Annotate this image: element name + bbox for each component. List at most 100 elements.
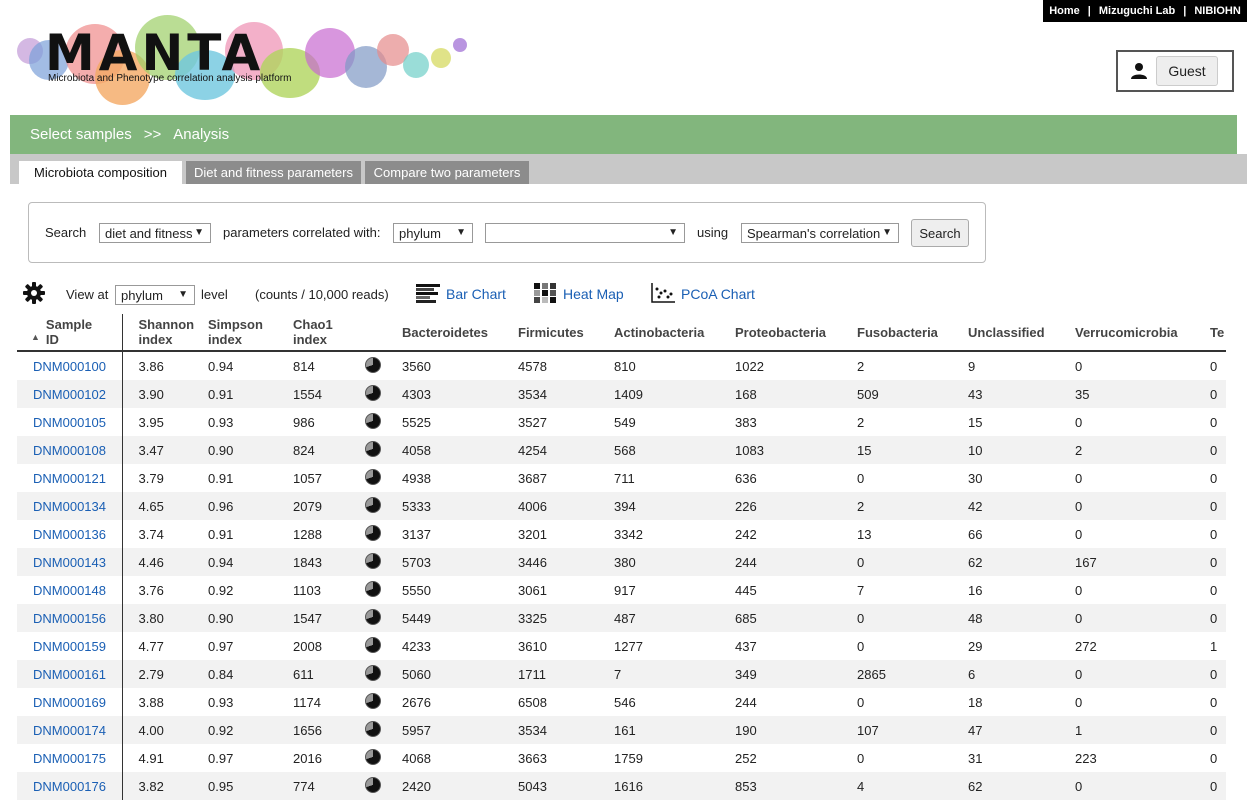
- sample-id-link[interactable]: DNM000105: [33, 415, 106, 430]
- heat-map-icon[interactable]: [534, 283, 556, 306]
- te-header[interactable]: Te: [1210, 314, 1226, 351]
- parameter-type-value: diet and fitness: [105, 225, 193, 241]
- verrucomicrobia-header[interactable]: Verrucomicrobia: [1075, 314, 1210, 351]
- shannon-cell: 3.80: [138, 610, 164, 626]
- composition-pie-icon[interactable]: [365, 692, 381, 709]
- chao1-cell: 774: [293, 778, 315, 794]
- unc-cell: 42: [968, 498, 983, 514]
- shannon-cell: 4.65: [138, 498, 164, 514]
- nav-separator: |: [1087, 5, 1091, 17]
- nibiohn-link[interactable]: NIBIOHN: [1194, 5, 1240, 17]
- composition-pie-icon[interactable]: [365, 776, 381, 793]
- sample-id-link[interactable]: DNM000108: [33, 443, 106, 458]
- sort-sample-id-header[interactable]: ▲ Sample ID: [17, 314, 123, 351]
- composition-pie-icon[interactable]: [365, 664, 381, 681]
- pcoa-chart-link[interactable]: PCoA Chart: [681, 286, 755, 302]
- composition-pie-icon[interactable]: [365, 496, 381, 513]
- chao1-header[interactable]: Chao1 index: [293, 314, 365, 351]
- composition-pie-icon[interactable]: [365, 356, 381, 373]
- pie-cell: [365, 716, 402, 744]
- rank-select[interactable]: phylum ▼: [393, 223, 473, 243]
- ver-cell: 0: [1075, 778, 1083, 794]
- pie-cell: [365, 351, 402, 380]
- sample-id-link[interactable]: DNM000102: [33, 387, 106, 402]
- sample-id-link[interactable]: DNM000169: [33, 695, 106, 710]
- sample-id-link[interactable]: DNM000174: [33, 723, 106, 738]
- pie-cell: [365, 576, 402, 604]
- act-cell: 1277: [614, 638, 643, 654]
- chao1-cell: 2008: [293, 638, 322, 654]
- actinobacteria-header[interactable]: Actinobacteria: [614, 314, 735, 351]
- bar-chart-icon[interactable]: [416, 283, 440, 306]
- simpson-cell: 0.92: [208, 722, 234, 738]
- shannon-cell: 4.00: [138, 722, 164, 738]
- composition-pie-icon[interactable]: [365, 636, 381, 653]
- fir-cell: 3663: [518, 750, 547, 766]
- composition-pie-icon[interactable]: [365, 412, 381, 429]
- tab-microbiota-composition[interactable]: Microbiota composition: [19, 161, 182, 184]
- manta-logo[interactable]: MANTA Microbiota and Phenotype correlati…: [15, 10, 475, 105]
- tab-diet-fitness[interactable]: Diet and fitness parameters: [186, 161, 361, 184]
- logo-title: MANTA: [45, 24, 265, 82]
- ver-cell: 0: [1075, 666, 1083, 682]
- sample-id-link[interactable]: DNM000136: [33, 527, 106, 542]
- tab-compare-parameters[interactable]: Compare two parameters: [365, 161, 529, 184]
- chao1-cell: 1103: [293, 582, 321, 598]
- composition-pie-icon[interactable]: [365, 580, 381, 597]
- method-value: Spearman's correlation: [747, 225, 881, 241]
- sample-id-link[interactable]: DNM000121: [33, 471, 106, 486]
- breadcrumb-select-samples[interactable]: Select samples: [30, 126, 132, 143]
- sample-id-link[interactable]: DNM000161: [33, 667, 106, 682]
- composition-pie-icon[interactable]: [365, 720, 381, 737]
- sample-id-link[interactable]: DNM000148: [33, 583, 106, 598]
- shannon-cell: 4.46: [138, 554, 164, 570]
- home-link[interactable]: Home: [1049, 5, 1080, 17]
- table-row: DNM000175 4.91 0.97 2016 4068 3663 1759 252 0 31 2…: [17, 744, 1226, 772]
- fus-cell: 0: [857, 610, 865, 626]
- act-cell: 7: [614, 666, 622, 682]
- composition-pie-icon[interactable]: [365, 384, 381, 401]
- te-cell: 0: [1210, 442, 1218, 458]
- guest-button[interactable]: Guest: [1156, 56, 1218, 86]
- sample-id-link[interactable]: DNM000156: [33, 611, 106, 626]
- sample-id-link[interactable]: DNM000176: [33, 779, 106, 794]
- pro-cell: 383: [735, 414, 757, 430]
- composition-pie-icon[interactable]: [365, 748, 381, 765]
- unclassified-header[interactable]: Unclassified: [968, 314, 1075, 351]
- simpson-cell: 0.96: [208, 498, 234, 514]
- simpson-header[interactable]: Simpson index: [208, 314, 293, 351]
- composition-pie-icon[interactable]: [365, 608, 381, 625]
- method-select[interactable]: Spearman's correlation ▼: [741, 223, 899, 243]
- composition-pie-icon[interactable]: [365, 440, 381, 457]
- sample-id-link[interactable]: DNM000159: [33, 639, 106, 654]
- sample-id-link[interactable]: DNM000175: [33, 751, 106, 766]
- sample-id-link[interactable]: DNM000134: [33, 499, 106, 514]
- view-level-select[interactable]: phylum ▼: [115, 285, 195, 305]
- parameter-type-select[interactable]: diet and fitness ▼: [99, 223, 211, 243]
- taxon-select[interactable]: ▼: [485, 223, 685, 243]
- composition-pie-icon[interactable]: [365, 524, 381, 541]
- mizuguchi-lab-link[interactable]: Mizuguchi Lab: [1099, 5, 1175, 17]
- bar-chart-link[interactable]: Bar Chart: [446, 286, 506, 302]
- proteobacteria-header[interactable]: Proteobacteria: [735, 314, 857, 351]
- search-button[interactable]: Search: [911, 219, 969, 247]
- firmicutes-header[interactable]: Firmicutes: [518, 314, 614, 351]
- act-cell: 161: [614, 722, 636, 738]
- sample-id-link[interactable]: DNM000100: [33, 359, 106, 374]
- shannon-cell: 3.88: [138, 694, 164, 710]
- shannon-header[interactable]: Shannon index: [122, 314, 208, 351]
- chao1-cell: 2016: [293, 750, 322, 766]
- view-options-row: View at phylum ▼ level (counts / 10,000 r…: [0, 280, 1247, 310]
- pcoa-chart-icon[interactable]: [651, 283, 675, 306]
- header-chao1-text: Chao1: [293, 317, 333, 332]
- pie-cell: [365, 408, 402, 436]
- gear-icon[interactable]: [23, 282, 45, 307]
- composition-pie-icon[interactable]: [365, 468, 381, 485]
- view-level-value: phylum: [121, 287, 163, 303]
- fir-cell: 6508: [518, 694, 547, 710]
- fusobacteria-header[interactable]: Fusobacteria: [857, 314, 968, 351]
- composition-pie-icon[interactable]: [365, 552, 381, 569]
- bacteroidetes-header[interactable]: Bacteroidetes: [402, 314, 518, 351]
- heat-map-link[interactable]: Heat Map: [563, 286, 624, 302]
- sample-id-link[interactable]: DNM000143: [33, 555, 106, 570]
